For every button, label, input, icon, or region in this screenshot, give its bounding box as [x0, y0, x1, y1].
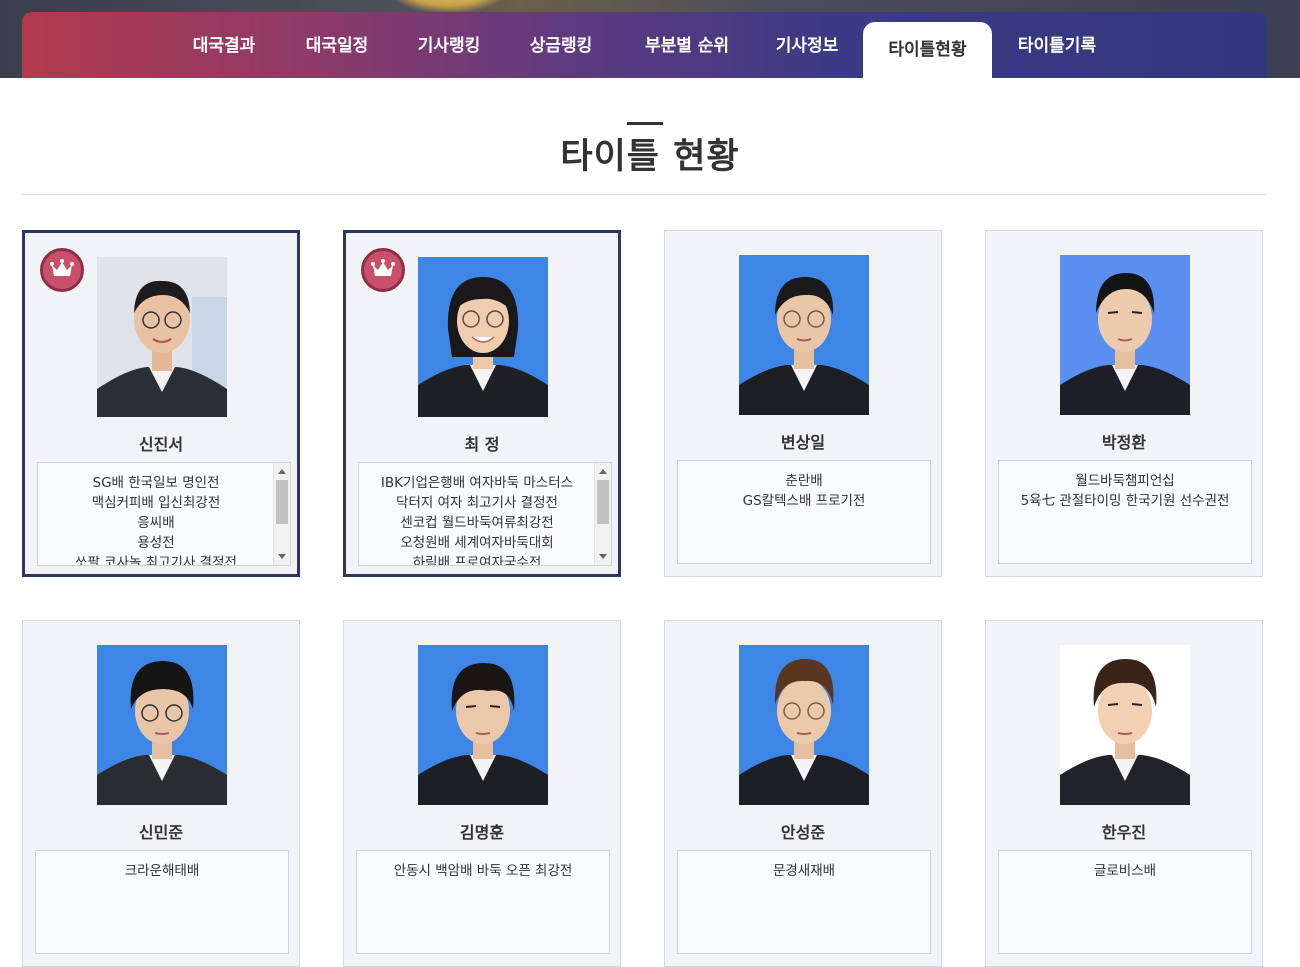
title-item: 응씨배: [137, 515, 175, 531]
player-photo: [418, 257, 548, 417]
title-accent-bar: [627, 122, 663, 125]
player-name: 신민준: [138, 823, 184, 842]
title-item: 맥심커피배 입신최강전: [91, 495, 221, 511]
title-list-box: 크라운해태배: [35, 850, 289, 954]
scroll-thumb[interactable]: [597, 480, 609, 524]
nav-item-player-info[interactable]: 기사정보: [760, 22, 854, 78]
title-item: 하림배 프로여자국수전: [412, 555, 542, 566]
scroll-up-arrow[interactable]: [599, 469, 607, 474]
player-photo: [739, 645, 869, 805]
scroll-thumb[interactable]: [276, 480, 288, 524]
player-name: 김명훈: [459, 823, 505, 842]
crown-icon: [371, 259, 395, 276]
crown-badge: [361, 248, 405, 292]
player-name: 최 정: [464, 435, 500, 454]
title-item: 5육七 관절타이밍 한국기원 선수권전: [1020, 493, 1230, 509]
title-item: 용성전: [137, 535, 175, 551]
nav-item-player-ranking[interactable]: 기사랭킹: [402, 22, 496, 78]
title-list-box[interactable]: IBK기업은행배 여자바둑 마스터스 닥터지 여자 최고기사 결정전 센코컵 월…: [358, 462, 612, 566]
player-name: 변상일: [780, 433, 826, 452]
title-list-box: 월드바둑챔피언십 5육七 관절타이밍 한국기원 선수권전: [998, 460, 1252, 564]
scrollbar[interactable]: [594, 463, 611, 565]
player-card: 안성준 문경새재배: [664, 620, 942, 967]
title-item: IBK기업은행배 여자바둑 마스터스: [380, 475, 574, 491]
scroll-down-arrow[interactable]: [599, 554, 607, 559]
title-item: GS칼텍스배 프로기전: [742, 493, 866, 509]
title-item: 센코컵 월드바둑여류최강전: [400, 515, 554, 531]
title-item: SG배 한국일보 명인전: [92, 475, 220, 491]
player-card: 신민준 크라운해태배: [22, 620, 300, 967]
player-photo: [418, 645, 548, 805]
scroll-up-arrow[interactable]: [278, 469, 286, 474]
scroll-down-arrow[interactable]: [278, 554, 286, 559]
nav-item-prize-ranking[interactable]: 상금랭킹: [514, 22, 608, 78]
nav-item-title-records[interactable]: 타이틀기록: [1007, 22, 1107, 78]
nav-item-schedule[interactable]: 대국일정: [290, 22, 384, 78]
player-card: 김명훈 안동시 백암배 바둑 오픈 최강전: [343, 620, 621, 967]
player-name: 한우진: [1101, 823, 1147, 842]
title-item: 월드바둑챔피언십: [1075, 473, 1175, 489]
crown-badge: [40, 248, 84, 292]
player-card: 박정환 월드바둑챔피언십 5육七 관절타이밍 한국기원 선수권전: [985, 230, 1263, 577]
player-name: 박정환: [1101, 433, 1147, 452]
title-item: 닥터지 여자 최고기사 결정전: [396, 495, 558, 511]
crown-icon: [50, 259, 74, 276]
player-photo: [1060, 645, 1190, 805]
title-list-box: 춘란배 GS칼텍스배 프로기전: [677, 460, 931, 564]
player-name: 신진서: [138, 435, 184, 454]
title-item: 오청원배 세계여자바둑대회: [400, 535, 554, 551]
title-list-box: 문경새재배: [677, 850, 931, 954]
main-nav: 대국결과 대국일정 기사랭킹 상금랭킹 부분별 순위 기사정보 타이틀현황 타이…: [22, 12, 1267, 78]
player-photo: [1060, 255, 1190, 415]
hero-orb-decoration: [385, 0, 511, 12]
player-card: 한우진 글로비스배: [985, 620, 1263, 967]
player-name: 안성준: [780, 823, 826, 842]
nav-item-category-ranking[interactable]: 부분별 순위: [630, 22, 744, 78]
title-item: 글로비스배: [1093, 863, 1157, 879]
title-list-box[interactable]: SG배 한국일보 명인전 맥심커피배 입신최강전 응씨배 용성전 쏘팔 코사놀 …: [37, 462, 291, 566]
player-photo: [739, 255, 869, 415]
page-title: 타이틀 현황: [560, 137, 740, 177]
scrollbar[interactable]: [273, 463, 290, 565]
nav-item-title-status[interactable]: 타이틀현황: [863, 22, 992, 78]
player-card: 변상일 춘란배 GS칼텍스배 프로기전: [664, 230, 942, 577]
player-card: 최 정 IBK기업은행배 여자바둑 마스터스 닥터지 여자 최고기사 결정전 센…: [343, 230, 621, 577]
title-list-box: 안동시 백암배 바둑 오픈 최강전: [356, 850, 610, 954]
nav-item-results[interactable]: 대국결과: [177, 22, 271, 78]
title-item: 문경새재배: [772, 863, 836, 879]
player-card: 신진서 SG배 한국일보 명인전 맥심커피배 입신최강전 응씨배 용성전 쏘팔 …: [22, 230, 300, 577]
title-item: 쏘팔 코사놀 최고기사 결정전: [75, 555, 237, 566]
title-item: 춘란배: [785, 473, 823, 489]
player-photo: [97, 645, 227, 805]
title-item: 크라운해태배: [124, 863, 200, 879]
title-item: 안동시 백암배 바둑 오픈 최강전: [393, 863, 573, 879]
title-divider: [22, 194, 1267, 195]
player-photo: [97, 257, 227, 417]
title-list-box: 글로비스배: [998, 850, 1252, 954]
